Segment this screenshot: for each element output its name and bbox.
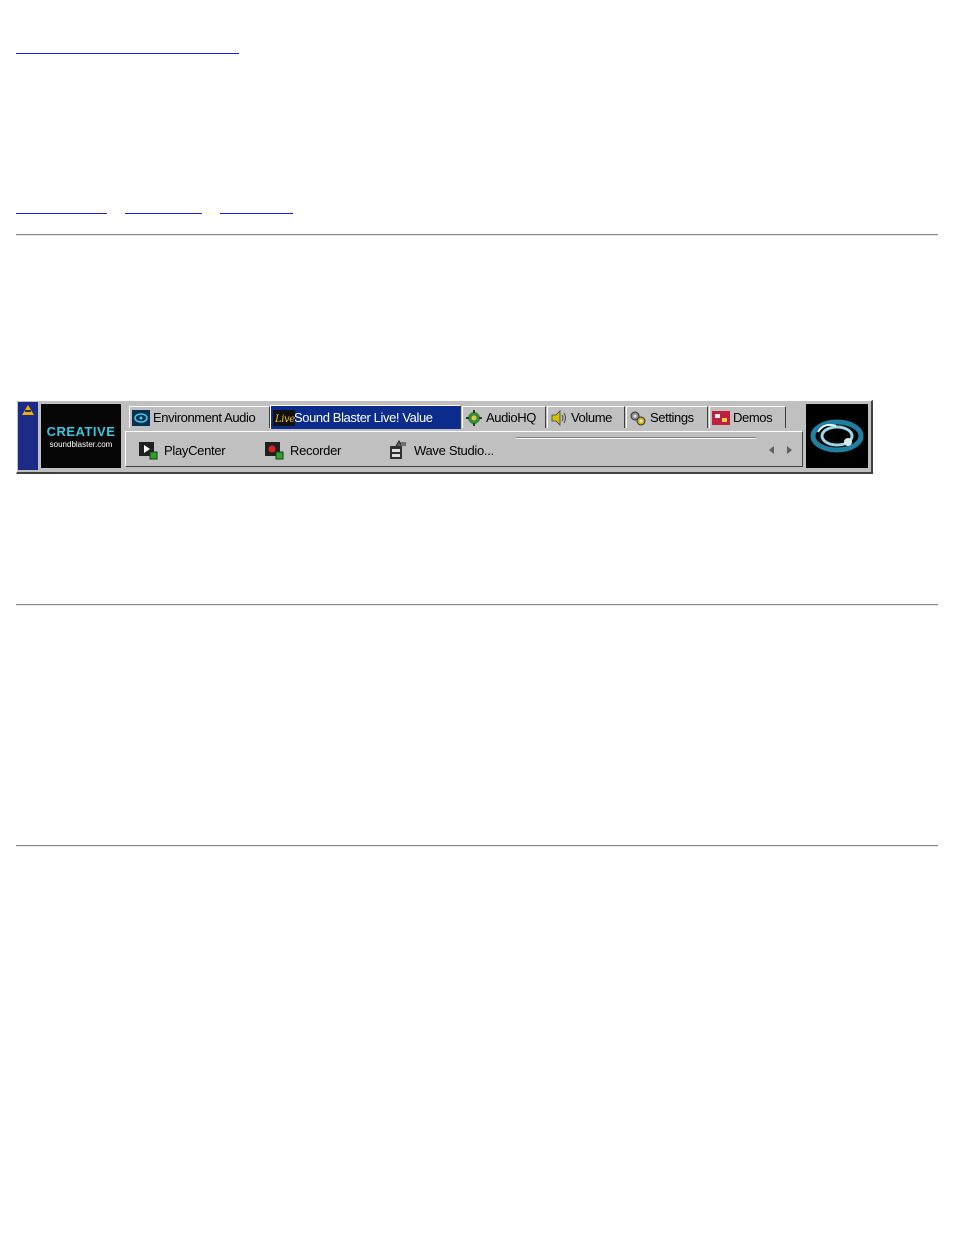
playcenter-icon xyxy=(138,440,158,460)
creative-a-icon xyxy=(22,405,34,415)
item-label: PlayCenter xyxy=(164,442,226,458)
item-label: Wave Studio... xyxy=(414,442,494,458)
tab-audiohq[interactable]: AudioHQ xyxy=(462,406,546,428)
tab-environment-audio[interactable]: Environment Audio xyxy=(129,406,270,428)
divider-3 xyxy=(16,845,938,847)
scroll-right-arrow-icon[interactable] xyxy=(787,446,792,454)
environment-audio-icon xyxy=(132,409,150,426)
scroll-left-arrow-icon[interactable] xyxy=(769,446,774,454)
tab-demos[interactable]: Demos xyxy=(709,406,786,428)
nav-link-3[interactable] xyxy=(220,213,293,214)
soundblaster-emblem-icon xyxy=(806,404,868,468)
tab-label: Settings xyxy=(650,410,694,425)
tab-label: AudioHQ xyxy=(486,410,536,425)
item-label: Recorder xyxy=(290,442,342,458)
svg-text:Live!: Live! xyxy=(274,414,295,425)
launcher-panel: PlayCenter Recorder Wave Studio... xyxy=(125,431,803,467)
wave-studio-button[interactable]: Wave Studio... xyxy=(388,438,494,462)
demos-icon xyxy=(712,410,730,426)
audiohq-icon xyxy=(465,409,483,426)
recorder-button[interactable]: Recorder xyxy=(264,438,341,462)
playcenter-button[interactable]: PlayCenter xyxy=(138,438,226,462)
logo-site: soundblaster.com xyxy=(49,440,113,449)
divider-2 xyxy=(16,604,938,606)
logo-brand: CREATIVE xyxy=(46,424,116,439)
speaker-icon xyxy=(550,409,568,426)
gears-icon xyxy=(629,410,647,426)
nav-link-1[interactable] xyxy=(16,213,107,214)
top-link[interactable] xyxy=(16,53,239,54)
tab-label: Volume xyxy=(571,410,612,425)
tab-label: Environment Audio xyxy=(153,410,256,425)
tab-label: Sound Blaster Live! Value xyxy=(294,410,433,425)
nav-link-2[interactable] xyxy=(125,213,202,214)
tab-sound-blaster-live-value[interactable]: Live! Sound Blaster Live! Value xyxy=(270,405,461,429)
panel-separator xyxy=(516,437,756,439)
divider-1 xyxy=(16,234,938,236)
creative-launcher-bar: CREATIVE soundblaster.com Environment Au… xyxy=(16,400,873,474)
launcher-tabs: Environment Audio Live! Sound Blaster Li… xyxy=(129,405,811,430)
tab-label: Demos xyxy=(733,410,773,425)
live-logo-icon: Live! xyxy=(273,409,299,426)
launcher-grip[interactable] xyxy=(18,402,38,470)
recorder-icon xyxy=(264,440,284,460)
tab-volume[interactable]: Volume xyxy=(547,406,625,428)
creative-logo: CREATIVE soundblaster.com xyxy=(41,404,121,468)
wave-studio-icon xyxy=(388,440,408,460)
tab-settings[interactable]: Settings xyxy=(626,406,708,428)
